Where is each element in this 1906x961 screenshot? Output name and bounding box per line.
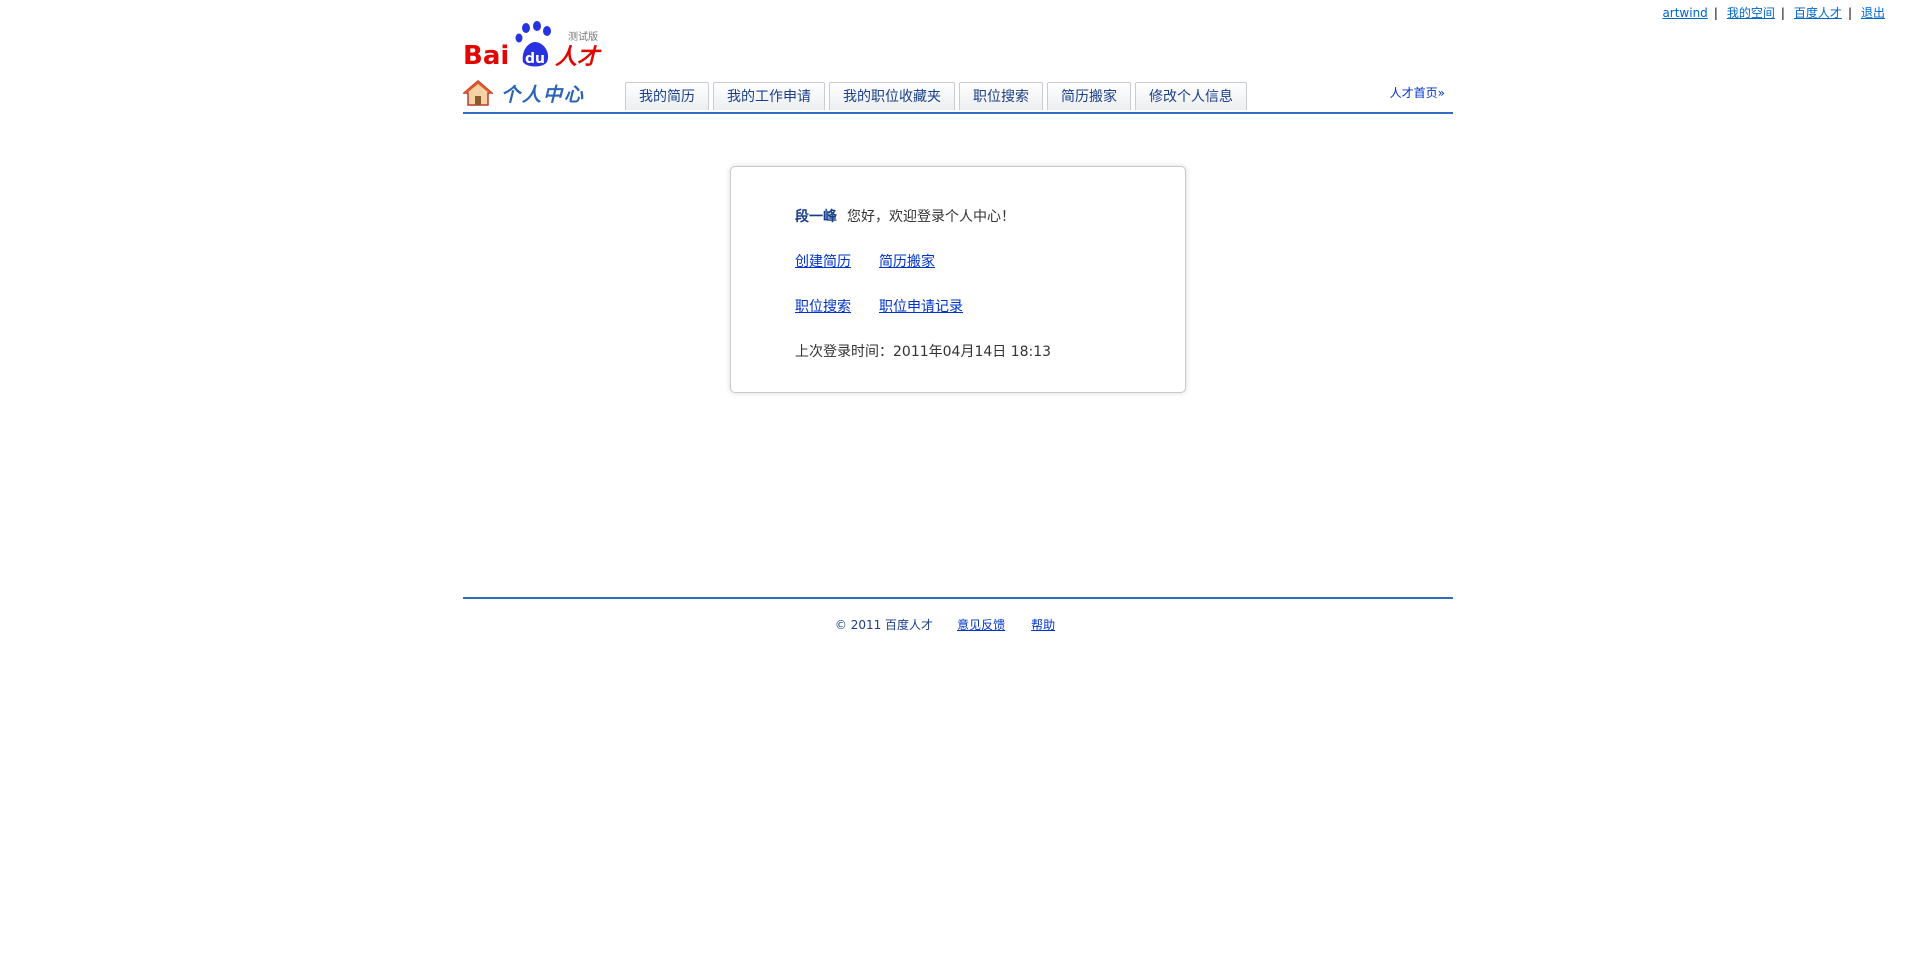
logout-link[interactable]: 退出 (1861, 6, 1885, 20)
logo-text-talent: 人才 (555, 45, 602, 70)
last-login-label: 上次登录时间： (795, 344, 893, 360)
footer-divider (463, 597, 1453, 599)
footer: © 2011 百度人才 意见反馈 帮助 (463, 616, 1453, 633)
test-version-tag: 测试版 (568, 32, 598, 43)
job-links-line: 职位搜索 职位申请记录 (795, 297, 1051, 342)
home-icon (463, 80, 493, 106)
talent-home-link[interactable]: 人才首页» (1390, 84, 1445, 101)
header-nav: 个人中心 我的简历 我的工作申请 我的职位收藏夹 职位搜索 简历搬家 修改个人信… (463, 74, 1453, 114)
username-link[interactable]: artwind (1662, 6, 1707, 20)
welcome-content: 段一峰 您好，欢迎登录个人中心！ 创建简历 简历搬家 职位搜索 职位申请记录 上次登录… (795, 207, 1051, 387)
main-tabs: 我的简历 我的工作申请 我的职位收藏夹 职位搜索 简历搬家 修改个人信息 (625, 82, 1251, 110)
resume-move-link[interactable]: 简历搬家 (879, 254, 935, 270)
page-title: 个人中心 (501, 83, 586, 106)
tab-job-search[interactable]: 职位搜索 (959, 82, 1043, 110)
talent-home-label: 人才首页 (1389, 86, 1438, 100)
baidu-talent-logo[interactable]: Bai du 人才 测试版 (463, 20, 603, 71)
feedback-link[interactable]: 意见反馈 (957, 618, 1005, 632)
help-link[interactable]: 帮助 (1031, 618, 1055, 632)
last-login-time: 2011年04月14日 18:13 (893, 344, 1052, 360)
separator: | (1780, 6, 1785, 20)
greeting-text: 您好，欢迎登录个人中心！ (847, 209, 1015, 225)
copyright-text: © 2011 百度人才 (834, 618, 934, 632)
application-record-link[interactable]: 职位申请记录 (879, 299, 963, 315)
page-title-area: 个人中心 (463, 78, 585, 108)
my-space-link[interactable]: 我的空间 (1727, 6, 1775, 20)
tab-edit-profile[interactable]: 修改个人信息 (1135, 82, 1247, 110)
tab-job-favorites[interactable]: 我的职位收藏夹 (829, 82, 955, 110)
separator: | (1713, 6, 1718, 20)
tab-my-applications[interactable]: 我的工作申请 (713, 82, 825, 110)
last-login-line: 上次登录时间：2011年04月14日 18:13 (795, 342, 1051, 387)
resume-links-line: 创建简历 简历搬家 (795, 252, 1051, 297)
create-resume-link[interactable]: 创建简历 (795, 254, 851, 270)
baidu-talent-link[interactable]: 百度人才 (1794, 6, 1842, 20)
tab-my-resume[interactable]: 我的简历 (625, 82, 709, 110)
user-name: 段一峰 (795, 209, 837, 225)
job-search-link[interactable]: 职位搜索 (795, 299, 851, 315)
logo-text-bai: Bai (463, 41, 509, 70)
tab-resume-move[interactable]: 简历搬家 (1047, 82, 1131, 110)
double-arrow-icon: » (1437, 86, 1445, 100)
logo-text-du: du (525, 51, 545, 67)
separator: | (1847, 6, 1852, 20)
greeting-line: 段一峰 您好，欢迎登录个人中心！ (795, 207, 1051, 252)
welcome-panel: 段一峰 您好，欢迎登录个人中心！ 创建简历 简历搬家 职位搜索 职位申请记录 上次登录… (730, 166, 1186, 393)
top-links: artwind | 我的空间 | 百度人才 | 退出 (1662, 4, 1885, 21)
